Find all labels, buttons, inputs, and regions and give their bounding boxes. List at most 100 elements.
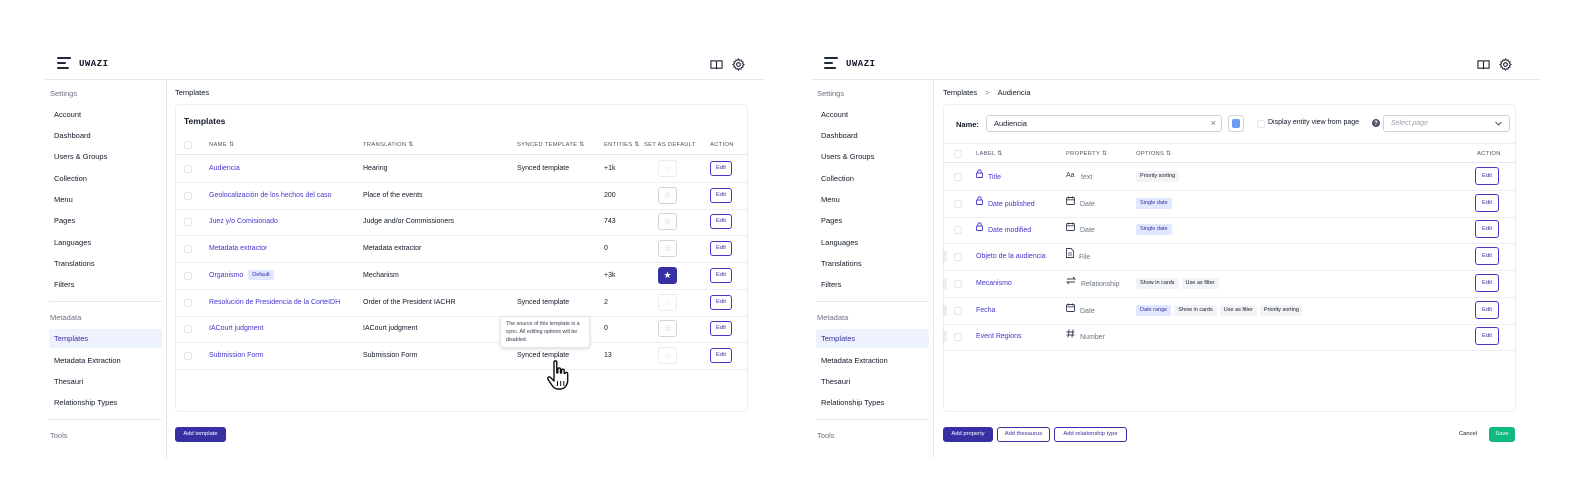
edit-button[interactable]: Edit (710, 161, 732, 176)
edit-button[interactable]: Edit (1475, 220, 1499, 239)
row-checkbox[interactable] (954, 173, 962, 181)
edit-button[interactable]: Edit (710, 187, 732, 203)
sidebar-item-relationship-types[interactable]: Relationship Types (816, 393, 929, 412)
clear-icon[interactable]: × (1211, 116, 1216, 131)
property-label[interactable]: Date published (976, 191, 1035, 218)
column-translation[interactable]: TRANSLATION ⇅ (363, 135, 414, 155)
gear-icon[interactable] (1499, 58, 1512, 71)
add-thesaurus-button[interactable]: Add thesaurus (997, 427, 1050, 442)
edit-button[interactable]: Edit (710, 294, 732, 310)
page-select[interactable]: Select page (1383, 115, 1510, 132)
edit-button[interactable]: Edit (710, 321, 732, 337)
breadcrumb-templates[interactable]: Templates (943, 88, 977, 97)
display-entity-checkbox[interactable] (1257, 120, 1265, 128)
template-name-link[interactable]: Juez y/o Comisionado (209, 209, 278, 235)
sidebar-item-languages[interactable]: Languages (49, 233, 162, 252)
set-default-star-icon[interactable]: ☆ (658, 320, 677, 338)
sidebar-item-users-groups[interactable]: Users & Groups (816, 147, 929, 166)
edit-button[interactable]: Edit (1475, 300, 1499, 319)
row-checkbox[interactable] (184, 325, 192, 334)
sidebar-item-thesauri[interactable]: Thesauri (49, 372, 162, 391)
template-name-link[interactable]: Geolocalización de los hechos del caso (209, 183, 332, 209)
select-all-checkbox[interactable] (184, 141, 192, 149)
edit-button[interactable]: Edit (1475, 327, 1499, 346)
sidebar-item-translations[interactable]: Translations (49, 254, 162, 273)
drag-handle-icon[interactable] (943, 277, 947, 289)
sidebar-item-translations[interactable]: Translations (816, 254, 929, 273)
template-name-link[interactable]: Organismo Default (209, 263, 274, 289)
sidebar-item-menu[interactable]: Menu (49, 190, 162, 209)
edit-button[interactable]: Edit (710, 241, 732, 257)
row-checkbox[interactable] (954, 306, 962, 315)
column-options[interactable]: OPTIONS ⇅ (1136, 144, 1171, 164)
row-checkbox[interactable] (184, 191, 192, 200)
menu-icon[interactable] (824, 57, 838, 69)
help-icon[interactable]: ? (1372, 119, 1380, 127)
sidebar-item-templates[interactable]: Templates (49, 329, 162, 348)
edit-button[interactable]: Edit (1475, 193, 1499, 212)
row-checkbox[interactable] (184, 165, 192, 173)
property-label[interactable]: Event Regions (976, 324, 1022, 350)
sidebar-item-pages[interactable]: Pages (816, 211, 929, 230)
property-label[interactable]: Title (976, 164, 1001, 191)
set-default-star-icon[interactable]: ☆ (658, 240, 677, 258)
select-all-checkbox[interactable] (954, 150, 962, 158)
sidebar-item-account[interactable]: Account (816, 105, 929, 124)
row-checkbox[interactable] (184, 298, 192, 307)
sidebar-item-collection[interactable]: Collection (49, 169, 162, 188)
row-checkbox[interactable] (184, 271, 192, 280)
sidebar-item-relationship-types[interactable]: Relationship Types (49, 393, 162, 412)
cancel-button[interactable]: Cancel (1452, 427, 1484, 442)
sidebar-item-pages[interactable]: Pages (49, 211, 162, 230)
edit-button[interactable]: Edit (710, 347, 732, 363)
sidebar-item-dashboard[interactable]: Dashboard (49, 126, 162, 145)
drag-handle-icon[interactable] (943, 251, 947, 263)
property-label[interactable]: Fecha (976, 298, 995, 324)
name-input[interactable]: Audiencia × (986, 115, 1222, 132)
edit-button[interactable]: Edit (1475, 273, 1499, 292)
row-checkbox[interactable] (954, 226, 962, 235)
set-default-star-icon[interactable]: ☆ (658, 293, 677, 311)
column-property[interactable]: PROPERTY ⇅ (1066, 144, 1107, 164)
property-label[interactable]: Mecanismo (976, 271, 1012, 297)
gear-icon[interactable] (732, 58, 745, 71)
template-name-link[interactable]: Metadata extractor (209, 236, 267, 262)
template-name-link[interactable]: Audiencia (209, 156, 240, 182)
edit-button[interactable]: Edit (1475, 247, 1499, 266)
edit-button[interactable]: Edit (710, 214, 732, 230)
sidebar-item-filters[interactable]: Filters (49, 275, 162, 294)
drag-handle-icon[interactable] (943, 304, 947, 316)
add-template-button[interactable]: Add template (175, 427, 226, 442)
property-label[interactable]: Date modified (976, 217, 1031, 244)
row-checkbox[interactable] (954, 279, 962, 288)
add-property-button[interactable]: Add property (943, 427, 993, 442)
set-default-star-icon[interactable]: ★ (658, 266, 677, 284)
sidebar-item-metadata-extraction[interactable]: Metadata Extraction (816, 351, 929, 370)
sidebar-item-collection[interactable]: Collection (816, 169, 929, 188)
menu-icon[interactable] (57, 57, 71, 69)
property-label[interactable]: Objeto de la audiencia (976, 244, 1046, 270)
sidebar-item-menu[interactable]: Menu (816, 190, 929, 209)
set-default-star-icon[interactable]: ☆ (658, 213, 677, 231)
sidebar-item-languages[interactable]: Languages (816, 233, 929, 252)
set-default-star-icon[interactable]: ☆ (658, 346, 677, 364)
drag-handle-icon[interactable] (943, 331, 947, 343)
set-default-star-icon[interactable]: ☆ (658, 186, 677, 204)
sidebar-item-users-groups[interactable]: Users & Groups (49, 147, 162, 166)
row-checkbox[interactable] (954, 333, 962, 342)
sidebar-item-thesauri[interactable]: Thesauri (816, 372, 929, 391)
color-picker[interactable] (1228, 115, 1244, 132)
column-name[interactable]: NAME ⇅ (209, 135, 234, 155)
add-relationship-type-button[interactable]: Add relationship type (1054, 427, 1127, 442)
edit-button[interactable]: Edit (710, 267, 732, 283)
row-checkbox[interactable] (184, 218, 192, 227)
save-button[interactable]: Save (1489, 427, 1515, 442)
row-checkbox[interactable] (184, 351, 192, 360)
sidebar-item-metadata-extraction[interactable]: Metadata Extraction (49, 351, 162, 370)
sidebar-item-account[interactable]: Account (49, 105, 162, 124)
row-checkbox[interactable] (184, 245, 192, 254)
set-default-star-icon[interactable]: ☆ (658, 160, 677, 177)
column-entities[interactable]: ENTITIES ⇅ (604, 135, 640, 155)
sidebar-item-filters[interactable]: Filters (816, 275, 929, 294)
template-name-link[interactable]: IACourt judgment (209, 316, 263, 342)
